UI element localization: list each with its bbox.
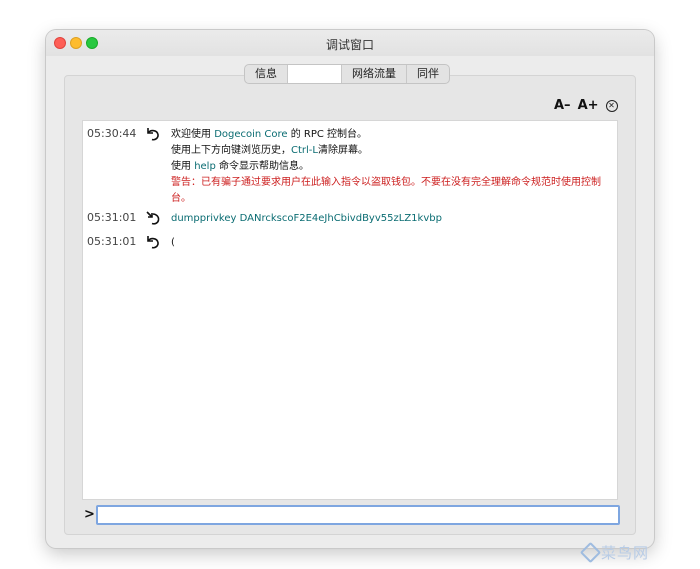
history-hint-line: 使用上下方向键浏览历史，Ctrl-L清除屏幕。 [171,145,368,156]
prompt-chevron-icon: > [84,507,95,522]
tab-console[interactable] [288,65,342,83]
welcome-line: 欢迎使用 Dogecoin Core 的 RPC 控制台。 [171,129,368,140]
help-hint-line: 使用 help 命令显示帮助信息。 [171,161,309,172]
watermark: 菜鸟网 [579,541,650,564]
reply-arrow-icon [147,236,159,249]
tab-peers[interactable]: 同伴 [407,65,449,83]
tab-network-traffic[interactable]: 网络流量 [342,65,407,83]
command-text: dumpprivkey DANrckscoF2E4eJhCbivdByv55zL… [171,213,442,224]
command-input-row: > [82,505,622,527]
command-arrow-icon [146,211,160,225]
font-controls: A– A+ ✕ [554,98,618,113]
message-timestamp: 05:31:01 [87,235,137,248]
message-text: ( [171,237,175,248]
title-bar: 调试窗口 [46,30,654,56]
message-text: 欢迎使用 Dogecoin Core 的 RPC 控制台。 使用上下方向键浏览历… [171,127,616,207]
tab-information[interactable]: 信息 [245,65,288,83]
reply-arrow-icon [147,128,159,141]
message-timestamp: 05:30:44 [87,127,137,140]
debug-window: 调试窗口 信息 网络流量 同伴 A– A+ ✕ 05:30:44 欢迎使用 Do… [46,30,654,548]
watermark-text: 菜鸟网 [601,544,650,562]
watermark-logo-icon [579,541,602,564]
window-title: 调试窗口 [325,38,374,52]
font-increase-button[interactable]: A+ [578,98,599,113]
clear-console-icon[interactable]: ✕ [605,99,618,112]
command-input[interactable] [96,505,620,525]
warning-text: 警告：已有骗子通过要求用户在此输入指令以盗取钱包。不要在没有完全理解命令规范时使… [171,177,601,204]
font-decrease-button[interactable]: A– [554,98,571,113]
console-output[interactable]: 05:30:44 欢迎使用 Dogecoin Core 的 RPC 控制台。 使… [82,120,618,500]
tab-bar: 信息 网络流量 同伴 [244,64,450,84]
message-timestamp: 05:31:01 [87,211,137,224]
